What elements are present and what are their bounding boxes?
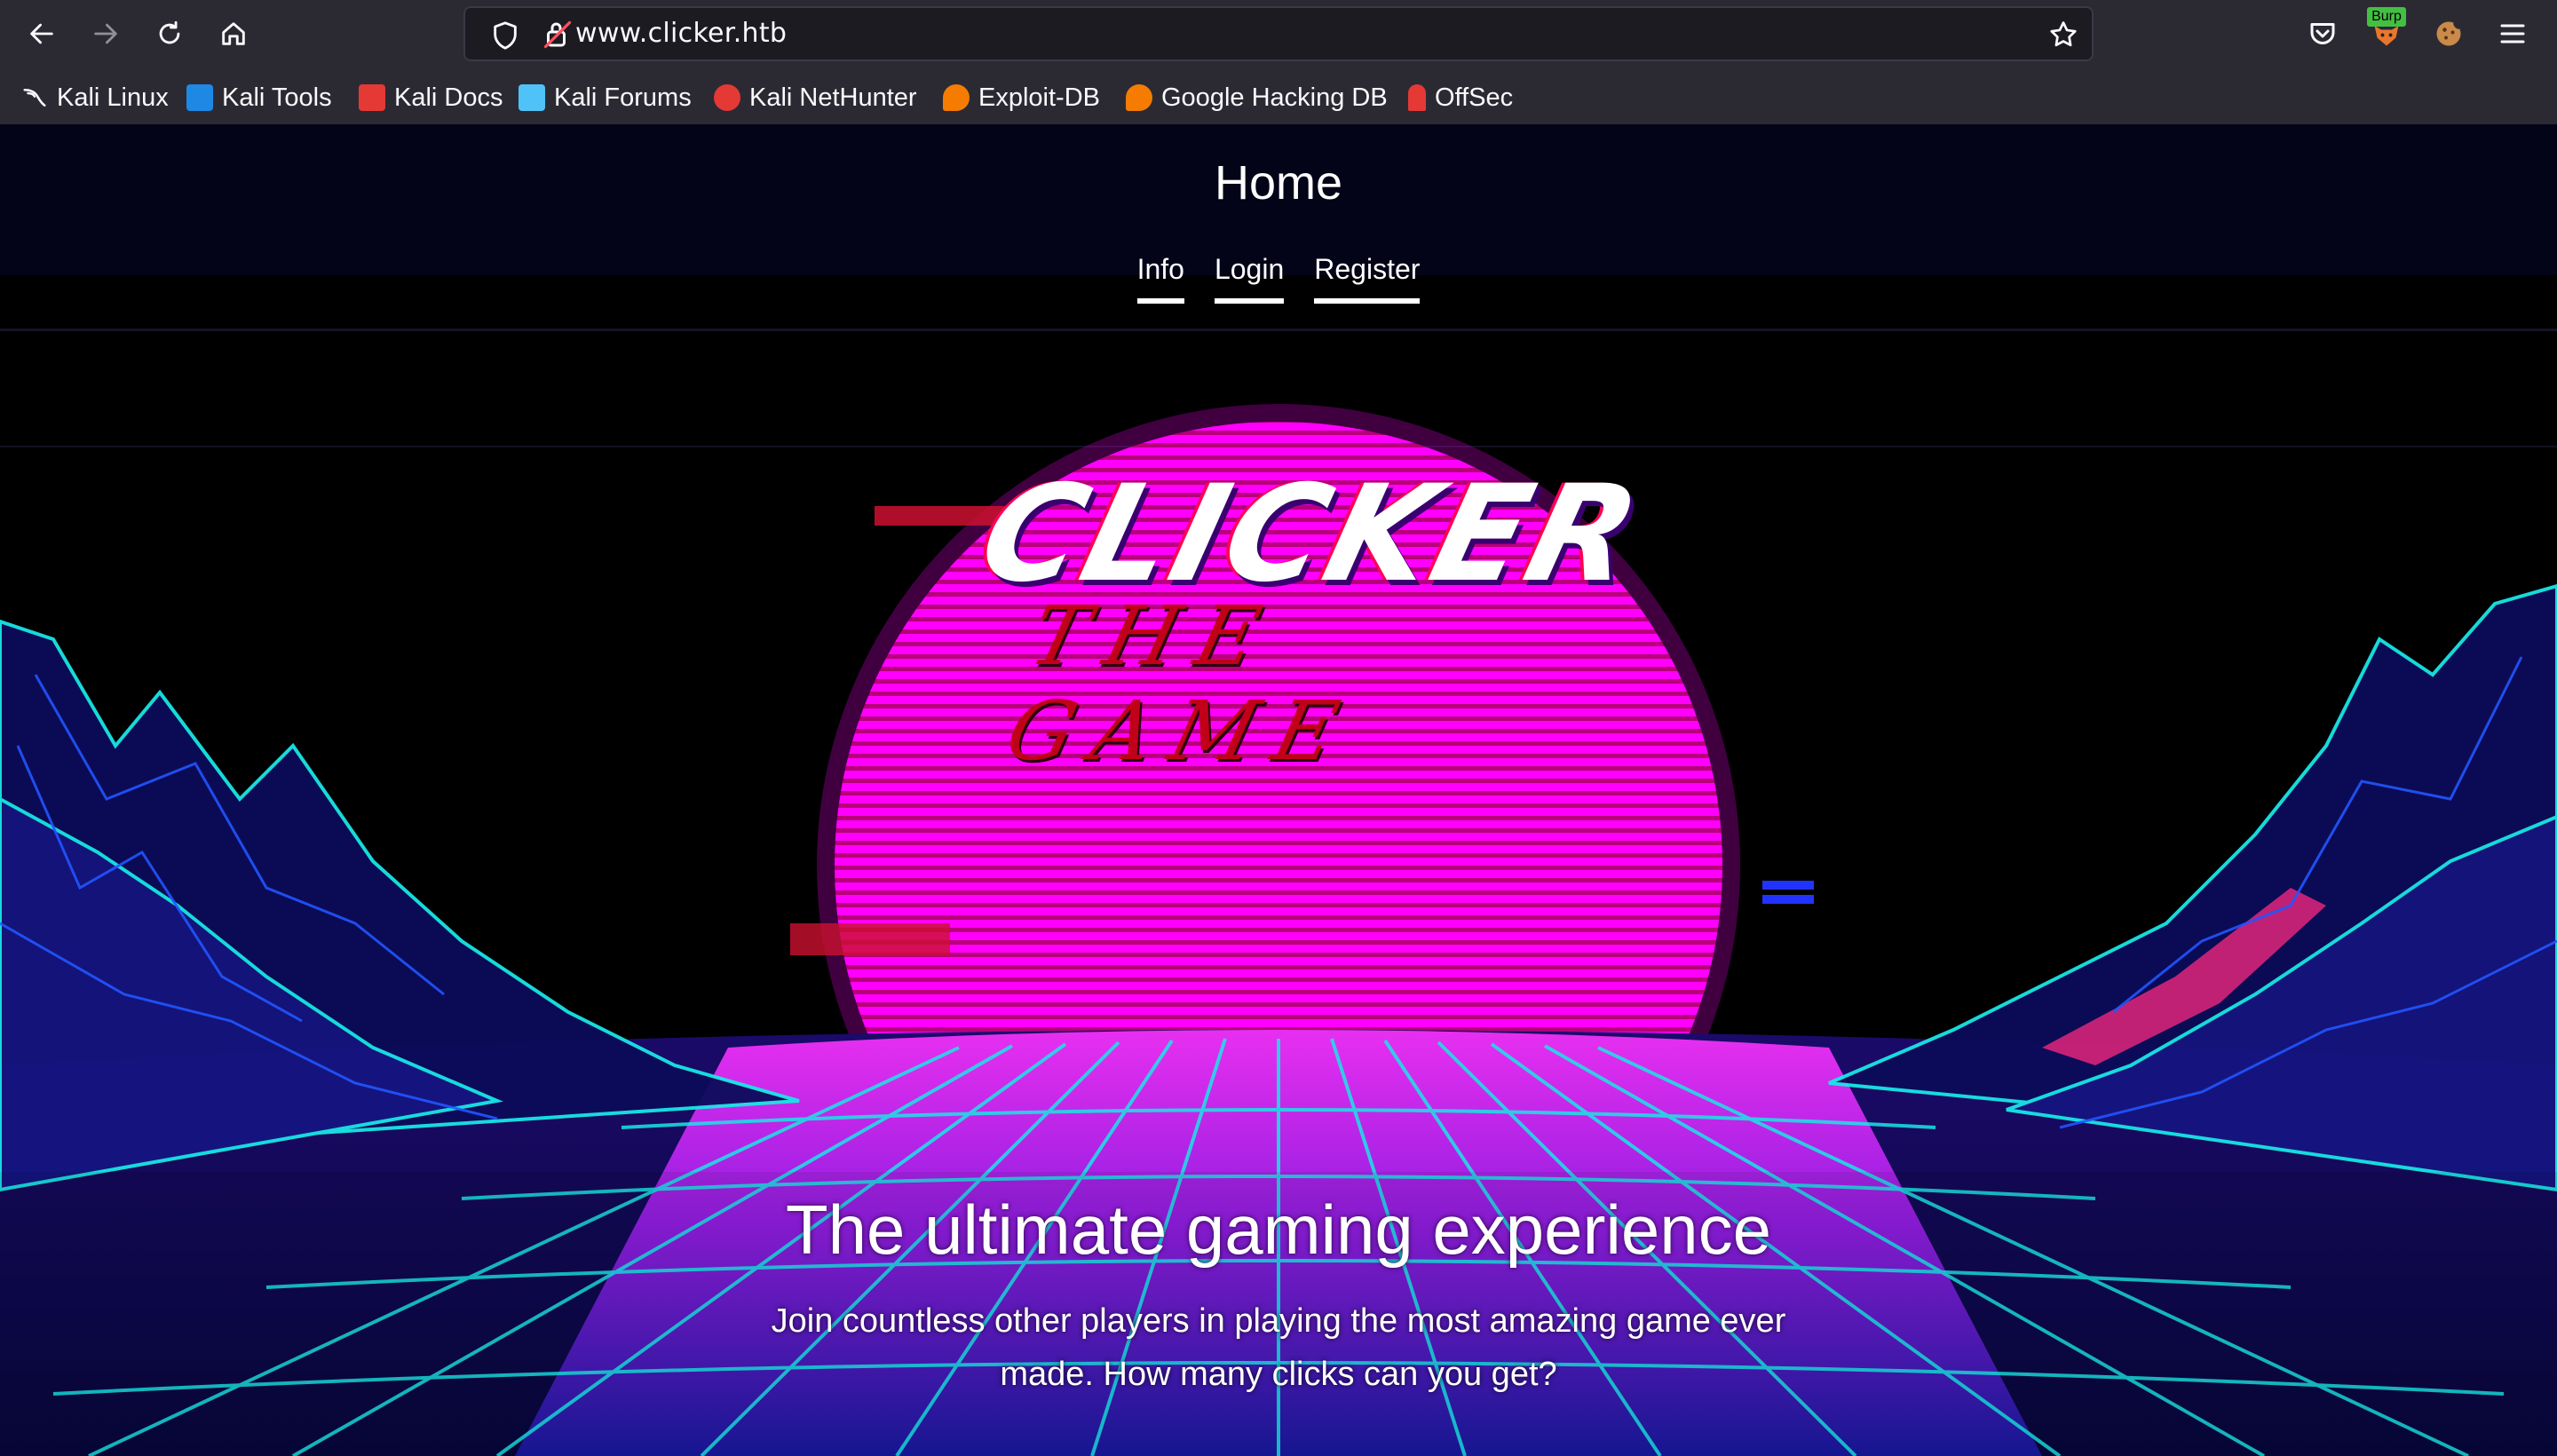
bookmark-google-hacking-db[interactable]: Google Hacking DB [1126, 75, 1388, 121]
kali-tools-icon [186, 84, 213, 111]
offsec-icon [1408, 84, 1426, 111]
kali-dragon-icon [21, 84, 48, 111]
bookmark-label: Kali Tools [222, 83, 332, 112]
kali-docs-icon [359, 84, 385, 111]
browser-toolbar: www.clicker.htb Burp [0, 0, 2557, 67]
home-icon [222, 22, 245, 45]
bookmark-label: Exploit-DB [978, 83, 1100, 112]
site-nav-links: Info Login Register [0, 253, 2557, 304]
hero-description: Join countless other players in playing … [771, 1302, 1786, 1393]
reload-button[interactable] [143, 7, 196, 60]
insecure-lock-icon[interactable] [542, 19, 574, 51]
bookmark-label: Google Hacking DB [1161, 83, 1388, 112]
back-arrow-icon [30, 23, 53, 44]
reload-icon [159, 20, 180, 44]
kali-forums-icon [519, 84, 545, 111]
bookmark-offsec[interactable]: OffSec [1408, 75, 1513, 121]
bookmark-kali-linux[interactable]: Kali Linux [21, 75, 169, 121]
bookmark-kali-nethunter[interactable]: Kali NetHunter [714, 75, 917, 121]
web-page: Home Info Login Register CLICKER THE GAM… [0, 124, 2557, 1456]
tracking-shield-icon[interactable] [490, 20, 520, 51]
bookmark-kali-docs[interactable]: Kali Docs [359, 75, 503, 121]
exploit-db-icon [943, 84, 970, 111]
bookmark-label: Kali Forums [554, 83, 692, 112]
pocket-icon [2310, 23, 2335, 44]
app-menu-button[interactable] [2493, 14, 2532, 53]
nav-info-link[interactable]: Info [1136, 253, 1184, 304]
clicker-logo: CLICKER THE GAME [966, 457, 1656, 779]
burp-badge: Burp [2367, 7, 2406, 27]
back-button[interactable] [15, 7, 68, 60]
bookmarks-toolbar: Kali Linux Kali Tools Kali Docs Kali For… [0, 75, 2557, 121]
cookie-icon [2436, 21, 2461, 46]
kali-nethunter-icon [714, 84, 740, 111]
bookmark-exploit-db[interactable]: Exploit-DB [943, 75, 1100, 121]
forward-arrow-icon [94, 23, 117, 44]
bookmark-label: Kali Docs [394, 83, 503, 112]
hamburger-menu-icon [2500, 24, 2525, 44]
bookmark-kali-tools[interactable]: Kali Tools [186, 75, 332, 121]
page-title: Home [1214, 156, 1343, 210]
pocket-button[interactable] [2303, 14, 2342, 53]
nav-register-link[interactable]: Register [1314, 253, 1421, 304]
url-text[interactable]: www.clicker.htb [575, 8, 787, 59]
home-button[interactable] [207, 7, 260, 60]
browser-chrome: www.clicker.htb Burp Kali Linux Kali Too… [0, 0, 2557, 124]
bookmark-label: Kali Linux [57, 83, 169, 112]
nav-login-link[interactable]: Login [1214, 253, 1285, 304]
bookmark-star-icon[interactable] [2047, 19, 2079, 51]
url-bar[interactable]: www.clicker.htb [463, 6, 2094, 61]
ghdb-icon [1126, 84, 1152, 111]
bookmark-kali-forums[interactable]: Kali Forums [519, 75, 692, 121]
forward-button[interactable] [79, 7, 132, 60]
bookmark-label: OffSec [1435, 83, 1514, 112]
cookie-extension-button[interactable] [2429, 14, 2468, 53]
bookmark-label: Kali NetHunter [749, 83, 917, 112]
site-header: Home Info Login Register [0, 155, 2557, 304]
hero-headline: The ultimate gaming experience [786, 1191, 1771, 1269]
logo-sub-text: THE GAME [997, 589, 1367, 779]
